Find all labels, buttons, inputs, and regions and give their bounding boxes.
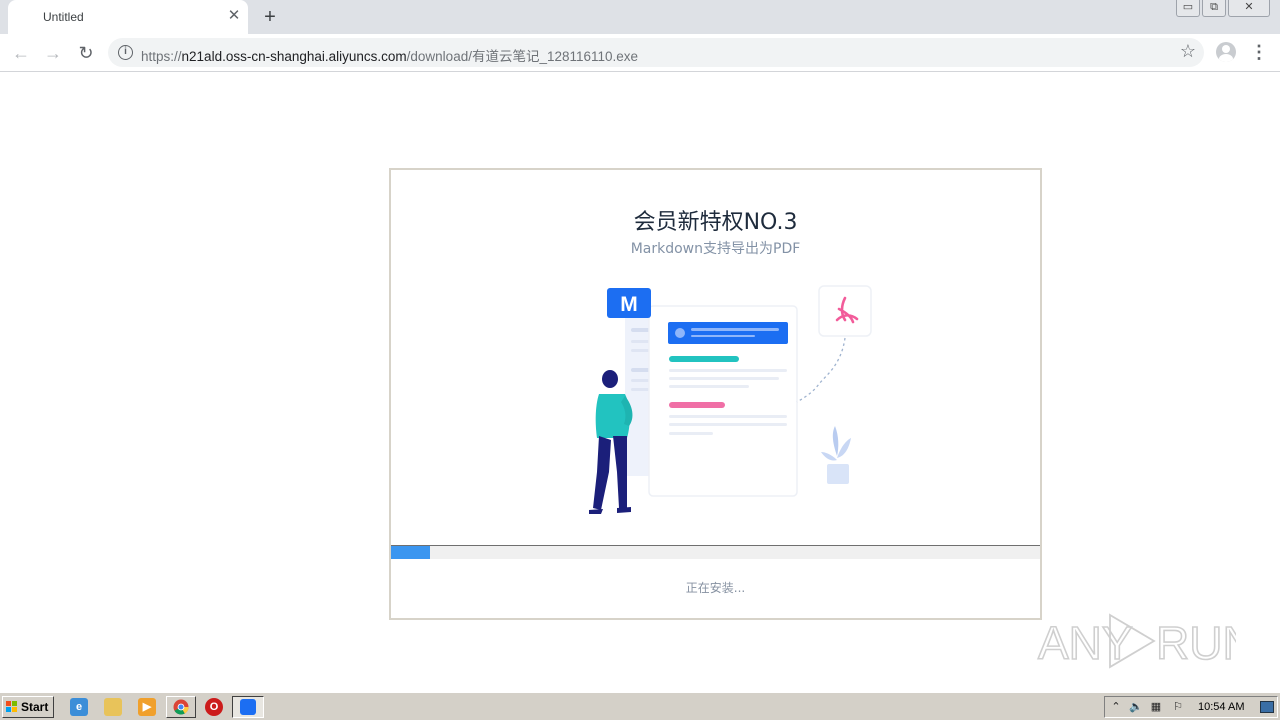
taskbar-clock[interactable]: 10:54 AM: [1198, 701, 1244, 713]
install-status-text: 正在安装...: [685, 581, 746, 595]
plant-icon: [821, 426, 851, 484]
install-progress-fill: [391, 546, 430, 559]
browser-toolbar: ← → ↻ i https://n21ald.oss-cn-shanghai.a…: [0, 34, 1280, 72]
dotted-connector: [796, 337, 846, 403]
start-button[interactable]: Start: [2, 696, 54, 718]
installer-title: 会员新特权NO.3: [633, 210, 798, 235]
install-progress-bar: [391, 545, 1040, 559]
network-icon[interactable]: ▦: [1149, 700, 1163, 714]
url-scheme: https://: [141, 49, 182, 64]
browser-tab[interactable]: Untitled ✕: [8, 0, 248, 34]
chrome-task-button[interactable]: [166, 696, 196, 718]
url-host: n21ald.oss-cn-shanghai.aliyuncs.com: [181, 49, 407, 64]
watermark-text-right: RUN: [1156, 617, 1236, 669]
anyrun-watermark: ANY RUN: [1037, 613, 1236, 670]
doc-header-dot: [675, 328, 685, 338]
show-desktop-icon[interactable]: [1260, 701, 1274, 713]
reload-button[interactable]: ↻: [73, 40, 99, 66]
installer-subtitle: Markdown支持导出为PDF: [630, 241, 801, 257]
installer-task-icon: [240, 699, 256, 715]
tab-close-icon[interactable]: ✕: [226, 8, 242, 24]
doc-teal-line: [669, 356, 739, 362]
doc-header-bar: [668, 322, 788, 344]
promo-illustration: M: [589, 285, 872, 514]
site-info-icon[interactable]: i: [118, 45, 133, 60]
windows-logo-icon: [6, 701, 18, 713]
browser-menu-icon[interactable]: ⋮: [1250, 40, 1268, 64]
window-controls: ▭ ⧉ ✕: [1174, 0, 1270, 18]
opera-icon[interactable]: O: [205, 698, 223, 716]
address-bar[interactable]: i https://n21ald.oss-cn-shanghai.aliyunc…: [108, 38, 1204, 67]
screen: Untitled ✕ + ▭ ⧉ ✕ ← → ↻ i https://n21al…: [0, 0, 1280, 720]
chrome-icon: [173, 699, 189, 715]
tray-expand-icon[interactable]: ⌃: [1109, 700, 1123, 714]
profile-avatar-icon[interactable]: [1216, 42, 1236, 62]
forward-button[interactable]: →: [40, 40, 66, 66]
installer-task-button[interactable]: [232, 696, 264, 718]
minimize-button[interactable]: ▭: [1176, 0, 1200, 17]
system-tray: ⌃ 🔈 ▦ ⚐ 10:54 AM: [1104, 696, 1278, 718]
back-button[interactable]: ←: [8, 40, 34, 66]
ie-icon[interactable]: e: [70, 698, 88, 716]
start-label: Start: [21, 700, 49, 714]
url-text[interactable]: https://n21ald.oss-cn-shanghai.aliyuncs.…: [141, 45, 638, 65]
action-center-flag-icon[interactable]: ⚐: [1171, 700, 1185, 714]
new-tab-button[interactable]: +: [258, 5, 282, 29]
taskbar: Start e ▶ O ⌃ 🔈 ▦ ⚐ 10:54 AM: [0, 692, 1280, 720]
doc-pink-line: [669, 402, 725, 408]
markdown-badge-letter: M: [620, 293, 638, 316]
tab-title: Untitled: [43, 10, 84, 24]
restore-button[interactable]: ⧉: [1202, 0, 1226, 17]
close-window-button[interactable]: ✕: [1228, 0, 1270, 17]
bookmark-star-icon[interactable]: ☆: [1180, 41, 1196, 62]
media-player-icon[interactable]: ▶: [138, 698, 156, 716]
pdf-icon: [818, 285, 872, 337]
tab-strip: Untitled ✕ + ▭ ⧉ ✕: [0, 0, 1280, 34]
installer-window: 会员新特权NO.3 Markdown支持导出为PDF M 正在安装...: [389, 168, 1042, 620]
folder-icon[interactable]: [104, 698, 122, 716]
url-path: /download/有道云笔记_128116110.exe: [406, 49, 639, 64]
volume-icon[interactable]: 🔈: [1129, 700, 1143, 714]
markdown-badge-icon: M: [607, 288, 651, 318]
